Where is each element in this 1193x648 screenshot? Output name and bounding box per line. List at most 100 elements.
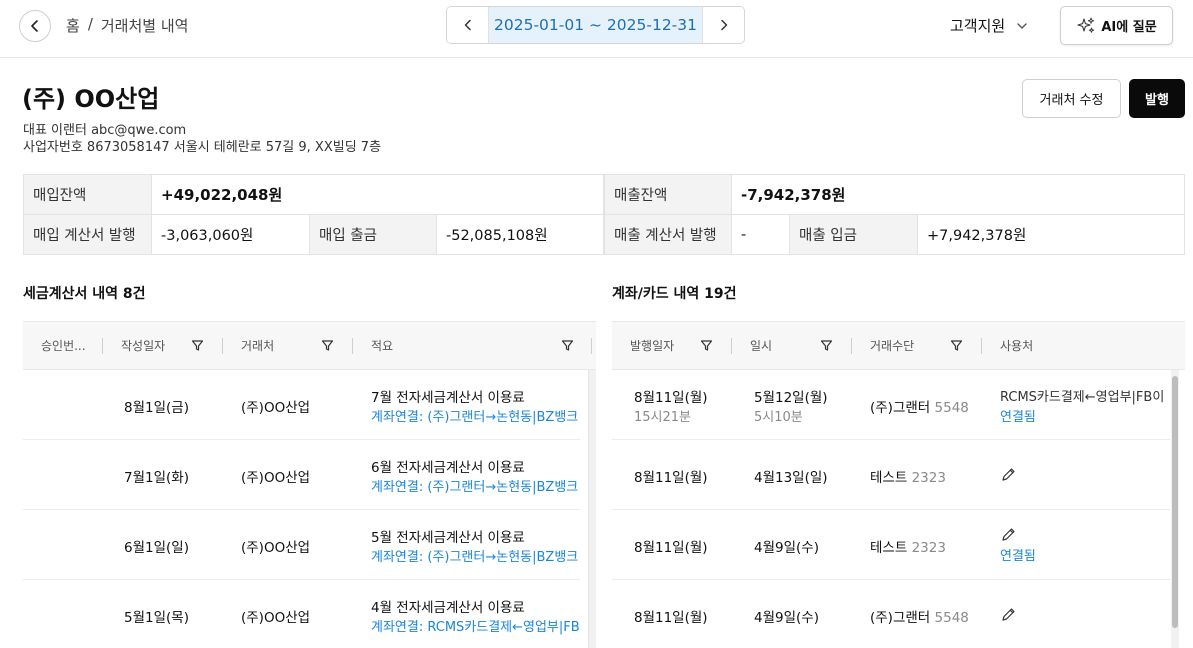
table-row[interactable]: 5월1일(목) (주)OO산업 4월 전자세금계산서 이용료 계좌연결: RCM… — [23, 580, 580, 648]
chevron-left-icon — [31, 20, 38, 32]
row-issue-date: 6월1일(일) — [124, 540, 189, 556]
card-table-scrollbar-thumb[interactable] — [1172, 376, 1178, 628]
row-issue-date: 8월1일(금) — [124, 400, 189, 416]
filter-icon[interactable] — [820, 339, 833, 352]
filter-icon[interactable] — [191, 339, 204, 352]
method-number: 5548 — [934, 400, 969, 416]
column-separator[interactable] — [851, 338, 852, 354]
pencil-icon[interactable] — [1001, 527, 1016, 542]
column-issue-date[interactable]: 작성일자 — [121, 322, 165, 369]
sales-balance-value: -7,942,378원 — [731, 174, 1185, 215]
chevron-left-icon — [464, 19, 471, 31]
support-dropdown[interactable]: 고객지원 — [950, 15, 1029, 36]
row-memo: 7월 전자세금계산서 이용료 — [371, 390, 525, 406]
table-row[interactable]: 8월11일(월) 4월9일(수) (주)그랜터 5548 — [612, 580, 1170, 648]
row-memo: 4월 전자세금계산서 이용료 — [371, 600, 525, 616]
edit-vendor-button[interactable]: 거래처 수정 — [1022, 79, 1121, 118]
ai-ask-button[interactable]: AI에 질문 — [1060, 6, 1173, 45]
filter-icon[interactable] — [561, 339, 574, 352]
row-account-link[interactable]: 계좌연결: RCMS카드결제←영업부|FB — [371, 616, 580, 635]
date-next-button[interactable] — [703, 7, 744, 43]
tax-invoice-section-title: 세금계산서 내역 8건 — [23, 286, 146, 302]
column-usage[interactable]: 사용처 — [1000, 322, 1033, 369]
row-connected-link[interactable]: 연결됨 — [1000, 545, 1036, 564]
purchase-out-value: -52,085,108원 — [436, 214, 604, 255]
breadcrumb-home[interactable]: 홈 — [66, 15, 80, 36]
table-header: 발행일자 일시 거래수단 사용처 — [612, 321, 1185, 370]
card-transaction-table: 발행일자 일시 거래수단 사용처 8월11일(월) 15시21분 5월12일(월… — [612, 321, 1185, 648]
row-date: 4월13일(일) — [754, 470, 828, 486]
tax-table-scrollbar[interactable] — [588, 370, 596, 648]
row-issue-date: 8월11일(월) — [634, 540, 708, 556]
column-memo[interactable]: 적요 — [371, 322, 393, 369]
row-account-link[interactable]: 계좌연결: (주)그랜터→논현동|BZ뱅크 — [371, 546, 580, 565]
pencil-icon[interactable] — [1001, 467, 1016, 482]
table-row[interactable]: 8월1일(금) (주)OO산업 7월 전자세금계산서 이용료 계좌연결: (주)… — [23, 370, 580, 440]
sales-in-value: +7,942,378원 — [917, 214, 1185, 255]
date-prev-button[interactable] — [447, 7, 488, 43]
breadcrumb-current: 거래처별 내역 — [100, 17, 189, 35]
row-method: (주)그랜터 5548 — [870, 396, 969, 416]
row-time: 5시10분 — [754, 410, 803, 425]
row-vendor: (주)OO산업 — [241, 610, 311, 626]
sales-in-label: 매출 입금 — [789, 214, 918, 255]
column-method[interactable]: 거래수단 — [870, 322, 914, 369]
method-number: 2323 — [911, 470, 946, 486]
top-bar: 홈 / 거래처별 내역 2025-01-01 ~ 2025-12-31 고객지원… — [0, 0, 1193, 58]
table-row[interactable]: 8월11일(월) 4월9일(수) 테스트 2323 연결됨 — [612, 510, 1170, 580]
company-business-info: 사업자번호 8673058147 서울시 테헤란로 57길 9, XX빌딩 7층 — [23, 140, 382, 155]
purchase-balance-value: +49,022,048원 — [151, 174, 604, 215]
row-vendor: (주)OO산업 — [241, 540, 311, 556]
row-date: 4월9일(수) — [754, 610, 819, 626]
column-separator[interactable] — [731, 338, 732, 354]
table-row[interactable]: 7월1일(화) (주)OO산업 6월 전자세금계산서 이용료 계좌연결: (주)… — [23, 440, 580, 510]
column-separator[interactable] — [591, 338, 592, 354]
pencil-icon[interactable] — [1001, 607, 1016, 622]
column-separator[interactable] — [352, 338, 353, 354]
column-separator[interactable] — [102, 338, 103, 354]
column-separator[interactable] — [981, 338, 982, 354]
row-issue-date: 8월11일(월) — [634, 470, 708, 486]
filter-icon[interactable] — [321, 339, 334, 352]
sales-balance-label: 매출잔액 — [604, 174, 732, 215]
chevron-right-icon — [720, 19, 727, 31]
filter-icon[interactable] — [700, 339, 713, 352]
table-row[interactable]: 8월11일(월) 15시21분 5월12일(월) 5시10분 (주)그랜터 55… — [612, 370, 1170, 440]
column-issue-date[interactable]: 발행일자 — [630, 322, 674, 369]
row-issue-date: 8월11일(월) — [634, 390, 708, 406]
column-datetime[interactable]: 일시 — [750, 322, 772, 369]
table-row[interactable]: 6월1일(일) (주)OO산업 5월 전자세금계산서 이용료 계좌연결: (주)… — [23, 510, 580, 580]
back-button[interactable] — [19, 10, 51, 42]
row-issue-date: 5월1일(목) — [124, 610, 189, 626]
method-name: 테스트 — [870, 540, 908, 556]
breadcrumb: 홈 / 거래처별 내역 — [66, 15, 188, 36]
card-table-scrollbar[interactable] — [1171, 370, 1179, 648]
row-date: 4월9일(수) — [754, 540, 819, 556]
method-name: 테스트 — [870, 470, 908, 486]
method-name: (주)그랜터 — [870, 400, 931, 416]
row-connected-link[interactable]: 연결됨 — [1000, 406, 1036, 425]
chevron-down-icon — [1017, 22, 1027, 29]
row-method: 테스트 2323 — [870, 466, 946, 486]
issue-button[interactable]: 발행 — [1129, 79, 1185, 118]
company-name: (주) OO산업 — [22, 85, 160, 113]
filter-icon[interactable] — [950, 339, 963, 352]
purchase-invoice-label: 매입 계산서 발행 — [23, 214, 152, 255]
column-approval-no[interactable]: 승인번... — [41, 322, 86, 369]
ai-ask-label: AI에 질문 — [1101, 20, 1157, 35]
row-date: 5월12일(월) — [754, 390, 828, 406]
row-account-link[interactable]: 계좌연결: (주)그랜터→논현동|BZ뱅크 — [371, 406, 580, 425]
sales-invoice-label: 매출 계산서 발행 — [604, 214, 732, 255]
row-method: 테스트 2323 — [870, 536, 946, 556]
date-range-text[interactable]: 2025-01-01 ~ 2025-12-31 — [488, 7, 703, 43]
row-vendor: (주)OO산업 — [241, 470, 311, 486]
balance-summary: 매입잔액 +49,022,048원 매출잔액 -7,942,378원 매입 계산… — [23, 174, 1185, 257]
breadcrumb-separator: / — [87, 15, 93, 33]
column-vendor[interactable]: 거래처 — [241, 322, 274, 369]
row-account-link[interactable]: 계좌연결: (주)그랜터→논현동|BZ뱅크 — [371, 476, 580, 495]
row-issue-date: 7월1일(화) — [124, 470, 189, 486]
column-separator[interactable] — [222, 338, 223, 354]
method-number: 5548 — [934, 610, 969, 626]
table-row[interactable]: 8월11일(월) 4월13일(일) 테스트 2323 — [612, 440, 1170, 510]
sparkle-icon — [1077, 17, 1095, 33]
